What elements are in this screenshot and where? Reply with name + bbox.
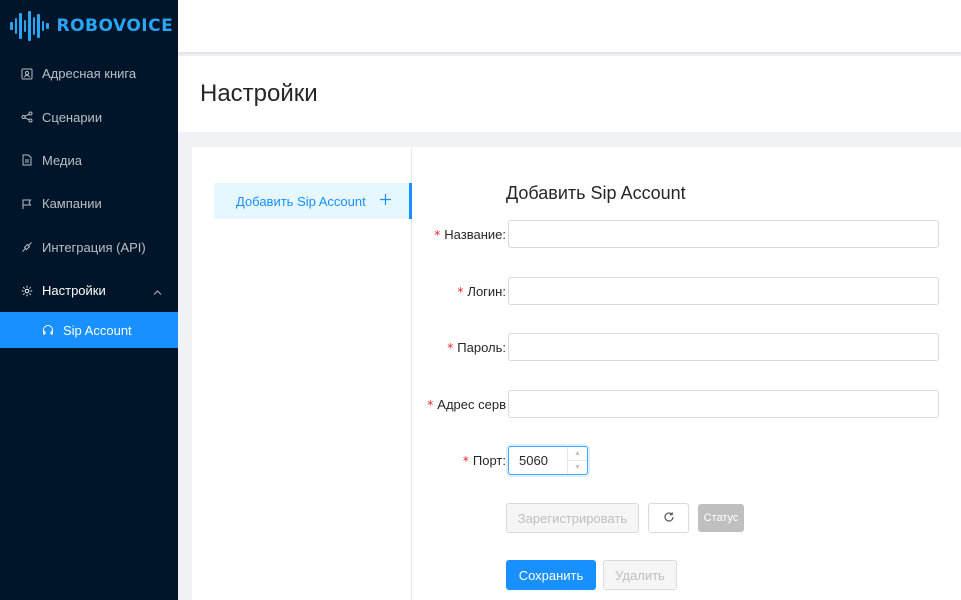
top-bar	[178, 0, 961, 52]
account-list: Добавить Sip Account	[192, 147, 412, 600]
sidebar-item-label: Сценарии	[42, 109, 103, 125]
logo[interactable]: ROBOVOICE	[0, 0, 178, 52]
file-icon	[20, 153, 34, 167]
register-button[interactable]: Зарегистрировать	[506, 503, 639, 533]
headset-icon	[41, 323, 55, 337]
sidebar-item-media[interactable]: Медиа	[0, 139, 178, 182]
status-button[interactable]: Статус	[698, 504, 744, 532]
api-icon	[20, 240, 34, 254]
refresh-button[interactable]	[648, 503, 689, 533]
soundwave-logo-icon	[10, 10, 49, 42]
add-sip-account-item[interactable]: Добавить Sip Account	[214, 183, 412, 219]
password-label: * Пароль:	[447, 340, 506, 355]
sidebar-item-label: Sip Account	[63, 322, 132, 338]
share-nodes-icon	[20, 110, 34, 124]
sidebar-item-label: Интеграция (API)	[42, 239, 146, 255]
server-address-input[interactable]	[508, 390, 939, 418]
sidebar-item-label: Кампании	[42, 196, 102, 212]
form-row-port: *Порт: ▲ ▼	[422, 446, 939, 476]
delete-button[interactable]: Удалить	[603, 560, 677, 590]
server-address-label: * Адрес серв	[427, 397, 506, 412]
caret-up-icon[interactable]: ▲	[568, 447, 587, 461]
form-row-password: * Пароль:	[422, 333, 939, 363]
refresh-icon	[663, 511, 675, 526]
save-button[interactable]: Сохранить	[506, 560, 596, 590]
form-row-login: * Логин:	[422, 277, 939, 307]
sidebar-item-settings[interactable]: Настройки	[0, 269, 178, 312]
sidebar-item-campaigns[interactable]: Кампании	[0, 182, 178, 225]
flag-icon	[20, 197, 34, 211]
brand-name: ROBOVOICE	[56, 16, 174, 36]
add-sip-account-label: Добавить Sip Account	[236, 193, 366, 209]
sidebar-item-label: Медиа	[42, 152, 82, 168]
name-label: * Название:	[434, 227, 506, 242]
login-label: * Логин:	[457, 284, 506, 299]
gear-icon	[20, 284, 34, 298]
form-row-server: * Адрес серв	[422, 390, 939, 420]
sidebar-item-label: Настройки	[42, 283, 106, 299]
page-title: Настройки	[200, 80, 318, 107]
port-label: * Порт:	[462, 453, 506, 468]
login-input[interactable]	[508, 277, 939, 305]
sidebar-menu: Адресная книга Сценарии Медиа Кампании И…	[0, 52, 178, 349]
form-row-name: * Название:	[422, 220, 939, 250]
chevron-up-icon	[153, 283, 162, 298]
caret-down-icon[interactable]: ▼	[568, 461, 587, 475]
name-input[interactable]	[508, 220, 939, 248]
contact-book-icon	[20, 67, 34, 81]
sidebar-subitem-sip-account[interactable]: Sip Account	[0, 312, 178, 349]
sidebar-item-label: Адресная книга	[42, 66, 137, 82]
sidebar-item-scenarios[interactable]: Сценарии	[0, 95, 178, 138]
password-input[interactable]	[508, 333, 939, 361]
content-card: Добавить Sip Account Добавить Sip Accoun…	[192, 147, 961, 600]
port-input[interactable]	[509, 447, 567, 474]
form-title: Добавить Sip Account	[506, 183, 686, 203]
sidebar: ROBOVOICE Адресная книга Сценарии Медиа …	[0, 0, 178, 600]
sidebar-item-api[interactable]: Интеграция (API)	[0, 226, 178, 269]
page-header: Настройки	[178, 56, 961, 132]
sidebar-item-address-book[interactable]: Адресная книга	[0, 52, 178, 95]
port-stepper-handlers: ▲ ▼	[567, 447, 587, 474]
plus-icon	[380, 193, 391, 209]
port-stepper[interactable]: ▲ ▼	[508, 446, 588, 475]
